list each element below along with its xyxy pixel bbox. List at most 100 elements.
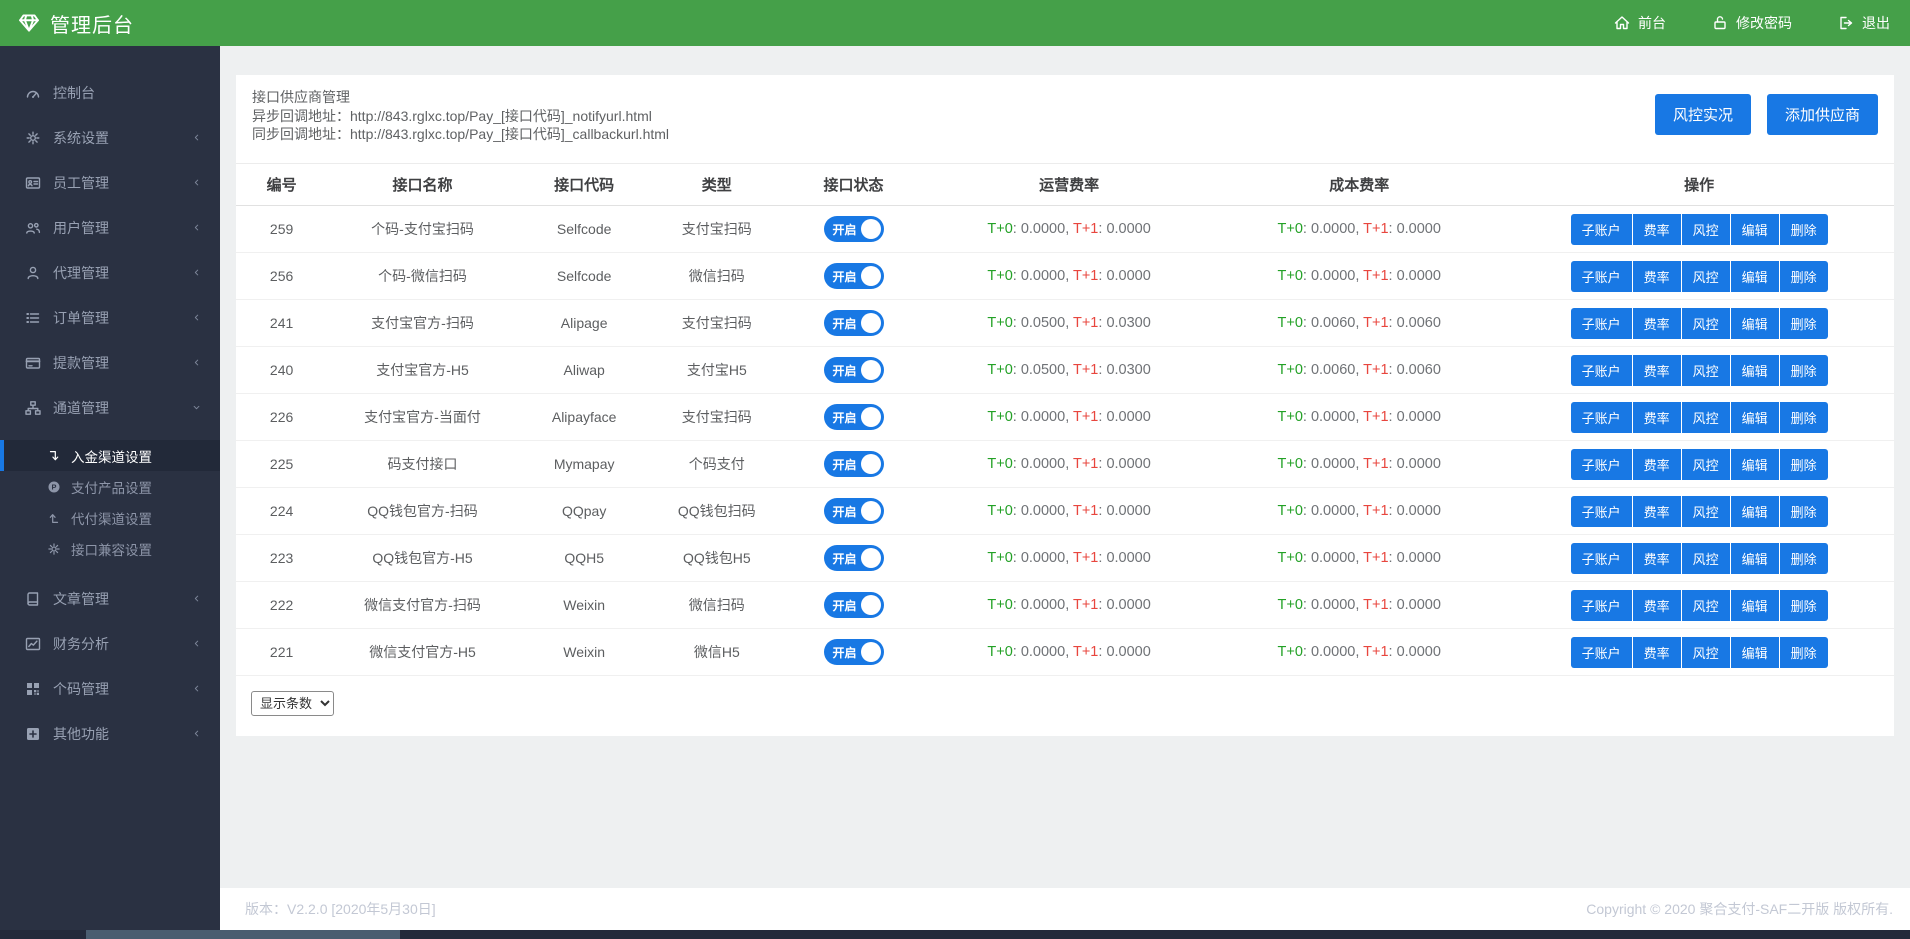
action-risk-button[interactable]: 风控: [1682, 496, 1730, 527]
status-toggle[interactable]: 开启: [824, 545, 884, 571]
action-risk-button[interactable]: 风控: [1682, 355, 1730, 386]
action-edit-button[interactable]: 编辑: [1731, 590, 1779, 621]
action-rate-button[interactable]: 费率: [1633, 308, 1681, 339]
action-edit-button[interactable]: 编辑: [1731, 402, 1779, 433]
action-delete-button[interactable]: 删除: [1780, 308, 1828, 339]
action-button-group: 子账户费率风控编辑删除: [1571, 308, 1828, 339]
header-code: 接口代码: [518, 164, 651, 206]
sidebar-subitem-deposit-channel-settings[interactable]: 入金渠道设置: [0, 440, 220, 471]
sidebar-item-agent-management[interactable]: 代理管理: [0, 250, 220, 295]
sidebar-item-user-management[interactable]: 用户管理: [0, 205, 220, 250]
topbar-link-front[interactable]: 前台: [1614, 13, 1666, 33]
sidebar-item-finance-analysis[interactable]: 财务分析: [0, 621, 220, 666]
status-toggle[interactable]: 开启: [824, 404, 884, 430]
action-delete-button[interactable]: 删除: [1780, 637, 1828, 668]
action-edit-button[interactable]: 编辑: [1731, 308, 1779, 339]
action-subaccount-button[interactable]: 子账户: [1571, 261, 1632, 292]
status-toggle[interactable]: 开启: [824, 451, 884, 477]
action-subaccount-button[interactable]: 子账户: [1571, 496, 1632, 527]
status-toggle[interactable]: 开启: [824, 592, 884, 618]
action-delete-button[interactable]: 删除: [1780, 261, 1828, 292]
sidebar-item-system-settings[interactable]: 系统设置: [0, 115, 220, 160]
status-toggle[interactable]: 开启: [824, 498, 884, 524]
action-rate-button[interactable]: 费率: [1633, 590, 1681, 621]
action-subaccount-button[interactable]: 子账户: [1571, 402, 1632, 433]
sidebar-item-other-functions[interactable]: 其他功能: [0, 711, 220, 756]
sidebar-item-withdraw-management[interactable]: 提款管理: [0, 340, 220, 385]
action-delete-button[interactable]: 删除: [1780, 402, 1828, 433]
action-rate-button[interactable]: 费率: [1633, 543, 1681, 574]
action-edit-button[interactable]: 编辑: [1731, 637, 1779, 668]
status-toggle[interactable]: 开启: [824, 357, 884, 383]
row-id: 223: [236, 535, 327, 582]
action-risk-button[interactable]: 风控: [1682, 214, 1730, 245]
action-delete-button[interactable]: 删除: [1780, 214, 1828, 245]
action-subaccount-button[interactable]: 子账户: [1571, 355, 1632, 386]
action-rate-button[interactable]: 费率: [1633, 261, 1681, 292]
action-edit-button[interactable]: 编辑: [1731, 543, 1779, 574]
action-rate-button[interactable]: 费率: [1633, 214, 1681, 245]
action-risk-button[interactable]: 风控: [1682, 308, 1730, 339]
action-risk-button[interactable]: 风控: [1682, 637, 1730, 668]
cost-rate: T+0: 0.0000, T+1: 0.0000: [1214, 394, 1504, 441]
status-toggle-knob: [861, 360, 881, 380]
horizontal-scrollbar[interactable]: [0, 930, 1910, 939]
status-toggle-label: 开启: [833, 315, 857, 332]
action-subaccount-button[interactable]: 子账户: [1571, 543, 1632, 574]
status-toggle[interactable]: 开启: [824, 263, 884, 289]
sidebar-item-personal-code-management[interactable]: 个码管理: [0, 666, 220, 711]
sidebar-item-label: 用户管理: [53, 218, 109, 238]
action-delete-button[interactable]: 删除: [1780, 496, 1828, 527]
sidebar-item-staff-management[interactable]: 员工管理: [0, 160, 220, 205]
row-interface-code: QQH5: [518, 535, 651, 582]
sidebar-subitem-payout-channel-settings[interactable]: 代付渠道设置: [0, 502, 220, 533]
action-risk-button[interactable]: 风控: [1682, 402, 1730, 433]
action-subaccount-button[interactable]: 子账户: [1571, 590, 1632, 621]
action-risk-button[interactable]: 风控: [1682, 449, 1730, 480]
action-subaccount-button[interactable]: 子账户: [1571, 449, 1632, 480]
row-interface-name: QQ钱包官方-扫码: [327, 488, 518, 535]
action-delete-button[interactable]: 删除: [1780, 449, 1828, 480]
add-supplier-button[interactable]: 添加供应商: [1767, 94, 1878, 135]
action-risk-button[interactable]: 风控: [1682, 261, 1730, 292]
sidebar-item-order-management[interactable]: 订单管理: [0, 295, 220, 340]
risk-live-button[interactable]: 风控实况: [1655, 94, 1751, 135]
action-subaccount-button[interactable]: 子账户: [1571, 637, 1632, 668]
action-risk-button[interactable]: 风控: [1682, 590, 1730, 621]
action-rate-button[interactable]: 费率: [1633, 637, 1681, 668]
horizontal-scrollbar-thumb[interactable]: [86, 930, 400, 939]
row-type: 微信扫码: [650, 582, 783, 629]
status-toggle[interactable]: 开启: [824, 310, 884, 336]
action-delete-button[interactable]: 删除: [1780, 590, 1828, 621]
action-rate-button[interactable]: 费率: [1633, 355, 1681, 386]
status-toggle[interactable]: 开启: [824, 216, 884, 242]
row-status-cell: 开启: [783, 347, 924, 394]
action-rate-button[interactable]: 费率: [1633, 449, 1681, 480]
sidebar-subitem-interface-compat-settings[interactable]: 接口兼容设置: [0, 533, 220, 564]
topbar-link-change-password[interactable]: 修改密码: [1712, 13, 1792, 33]
action-delete-button[interactable]: 删除: [1780, 355, 1828, 386]
sidebar-item-channel-management[interactable]: 通道管理: [0, 385, 220, 430]
row-interface-name: QQ钱包官方-H5: [327, 535, 518, 582]
action-subaccount-button[interactable]: 子账户: [1571, 308, 1632, 339]
action-rate-button[interactable]: 费率: [1633, 496, 1681, 527]
page-size-select[interactable]: 显示条数: [251, 691, 334, 716]
chevron-left-icon: [191, 130, 202, 146]
action-edit-button[interactable]: 编辑: [1731, 449, 1779, 480]
action-risk-button[interactable]: 风控: [1682, 543, 1730, 574]
sidebar-item-article-management[interactable]: 文章管理: [0, 576, 220, 621]
dashboard-icon: [25, 85, 41, 101]
status-toggle[interactable]: 开启: [824, 639, 884, 665]
status-toggle-knob: [861, 501, 881, 521]
action-edit-button[interactable]: 编辑: [1731, 355, 1779, 386]
action-rate-button[interactable]: 费率: [1633, 402, 1681, 433]
sidebar-subitem-payment-product-settings[interactable]: P支付产品设置: [0, 471, 220, 502]
action-delete-button[interactable]: 删除: [1780, 543, 1828, 574]
topbar-link-logout[interactable]: 退出: [1838, 13, 1890, 33]
action-edit-button[interactable]: 编辑: [1731, 496, 1779, 527]
action-edit-button[interactable]: 编辑: [1731, 261, 1779, 292]
sidebar-item-dashboard[interactable]: 控制台: [0, 70, 220, 115]
level-down-icon: [47, 449, 61, 463]
action-edit-button[interactable]: 编辑: [1731, 214, 1779, 245]
action-subaccount-button[interactable]: 子账户: [1571, 214, 1632, 245]
